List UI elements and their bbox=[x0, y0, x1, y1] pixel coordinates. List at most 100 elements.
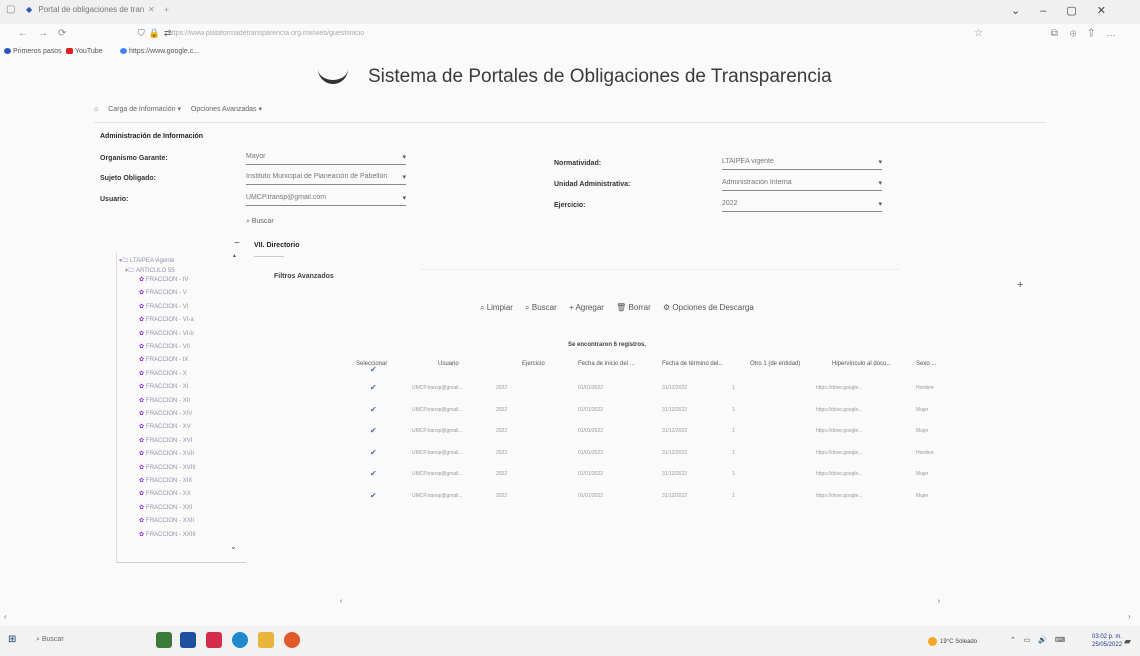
tree-fraction-item[interactable]: ✿ FRACCION - VI-a bbox=[139, 316, 194, 323]
notifications-icon[interactable]: ▰ bbox=[1124, 636, 1131, 647]
tree-fraction-item[interactable]: ✿ FRACCION - XVII bbox=[139, 450, 194, 457]
table-cell[interactable]: https://drive.google... bbox=[816, 385, 906, 391]
row-checkbox[interactable]: ✔ bbox=[370, 469, 379, 478]
bookmark-item[interactable]: https://www.google.c... bbox=[120, 48, 199, 55]
grid-header[interactable]: Fecha de término del... bbox=[662, 361, 723, 367]
tree-fraction-item[interactable]: ✿ FRACCION - XVI bbox=[139, 437, 192, 444]
tree-fraction-item[interactable]: ✿ FRACCION - V bbox=[139, 289, 187, 296]
browser-tab[interactable]: ◆ Portal de obligaciones de tran bbox=[26, 5, 144, 14]
row-checkbox[interactable]: ✔ bbox=[370, 383, 379, 392]
grid-header[interactable]: Fecha de inicio del ... bbox=[578, 361, 635, 367]
scroll-left-icon[interactable]: ‹ bbox=[340, 598, 342, 605]
borrar-button[interactable]: 🗑 Borrar bbox=[616, 303, 651, 312]
tree-fraction-item[interactable]: ✿ FRACCION - IX bbox=[139, 356, 188, 363]
opciones-descarga-button[interactable]: ⚙ Opciones de Descarga bbox=[663, 303, 754, 312]
unidad-administrativa-select[interactable]: Administración Interna ▾ bbox=[722, 177, 882, 191]
window-controls[interactable]: ⌄–▢✕ bbox=[1011, 4, 1126, 17]
table-cell[interactable]: https://drive.google... bbox=[816, 493, 906, 499]
browser-toolbar-icons[interactable]: ⧉⊕⇪… bbox=[1051, 28, 1128, 39]
tab-close-icon[interactable]: ✕ bbox=[148, 5, 155, 14]
sujeto-obligado-select[interactable]: Instituto Municipal de Planeación de Pab… bbox=[246, 171, 406, 185]
agregar-button[interactable]: + Agregar bbox=[569, 303, 604, 312]
photo-app-icon[interactable] bbox=[156, 632, 172, 648]
navigation-buttons[interactable]: ←→⟳ bbox=[18, 28, 76, 39]
page-scroll-right-icon[interactable]: › bbox=[1128, 612, 1131, 621]
tree-fraction-item[interactable]: ✿ FRACCION - XIV bbox=[139, 410, 192, 417]
tree-root[interactable]: ▾🗀 LTAIPEA vigente bbox=[119, 256, 175, 266]
taskbar-search[interactable]: ⌕ Buscar bbox=[36, 636, 64, 644]
new-tab-icon[interactable]: + bbox=[164, 5, 169, 15]
tree-fraction-item[interactable]: ✿ FRACCION - XXIII bbox=[139, 531, 196, 538]
tree-fraction-item[interactable]: ✿ FRACCION - XI bbox=[139, 383, 188, 390]
advanced-filters-toggle[interactable]: Filtros Avanzados bbox=[274, 273, 334, 280]
table-cell[interactable]: https://drive.google... bbox=[816, 450, 906, 456]
row-checkbox[interactable]: ✔ bbox=[370, 448, 379, 457]
fraction-icon: ✿ bbox=[139, 437, 145, 444]
tree-fraction-item[interactable]: ✿ FRACCION - VII bbox=[139, 343, 190, 350]
grid-header[interactable]: Usuario bbox=[438, 361, 459, 367]
table-row[interactable]: ✔ UMCP.transp@gmail... 2022 01/01/2022 31/12… bbox=[350, 489, 948, 507]
table-cell: 01/01/2022 bbox=[578, 385, 604, 391]
organismo-garante-select[interactable]: Mayor ▾ bbox=[246, 151, 406, 165]
row-checkbox[interactable]: ✔ bbox=[370, 491, 379, 500]
grid-header[interactable]: Hipervínculo al docu... bbox=[832, 361, 891, 367]
tree-fraction-item[interactable]: ✿ FRACCION - XIX bbox=[139, 477, 192, 484]
page-scroll-left-icon[interactable]: ‹ bbox=[4, 612, 7, 621]
firefox-taskbar-icon[interactable] bbox=[284, 632, 300, 648]
ejercicio-select[interactable]: 2022 ▾ bbox=[722, 198, 882, 212]
collapse-tree-button[interactable]: − bbox=[234, 238, 240, 249]
table-cell[interactable]: https://drive.google... bbox=[816, 428, 906, 434]
table-cell[interactable]: https://drive.google... bbox=[816, 407, 906, 413]
tree-fraction-item[interactable]: ✿ FRACCION - IV bbox=[139, 276, 188, 283]
expand-plus-icon[interactable]: + bbox=[1017, 279, 1023, 291]
tree-fraction-item[interactable]: ✿ FRACCION - XX bbox=[139, 490, 191, 497]
bookmark-item[interactable]: YouTube bbox=[66, 48, 103, 55]
tree-fraction-item[interactable]: ✿ FRACCION - XVIII bbox=[139, 464, 196, 471]
bookmark-star-icon[interactable]: ☆ bbox=[974, 28, 983, 39]
tree-fraction-item[interactable]: ✿ FRACCION - XXI bbox=[139, 504, 192, 511]
fraction-icon: ✿ bbox=[139, 303, 145, 310]
taskview-icon[interactable] bbox=[180, 632, 196, 648]
table-row[interactable]: ✔ UMCP.transp@gmail... 2022 01/01/2022 31/12… bbox=[350, 381, 948, 399]
table-cell[interactable]: https://drive.google... bbox=[816, 471, 906, 477]
scroll-down-icon[interactable]: ⌄ bbox=[230, 542, 237, 551]
tree-fraction-item[interactable]: ✿ FRACCION - X bbox=[139, 370, 187, 377]
tree-fraction-item[interactable]: ✿ FRACCION - XV bbox=[139, 423, 191, 430]
weather-widget[interactable]: 19°C Soleado bbox=[928, 637, 977, 646]
tree-fraction-item[interactable]: ✿ FRACCION - XII bbox=[139, 397, 190, 404]
home-icon[interactable]: ⌂ bbox=[94, 106, 98, 113]
tree-article[interactable]: ▾🗀 ARTICULO 55 bbox=[125, 266, 175, 276]
clock[interactable]: 03:02 p. m. 25/05/2022 bbox=[1092, 633, 1122, 649]
grid-header[interactable]: Otro 1 (de entidad) bbox=[750, 361, 800, 367]
table-row[interactable]: ✔ UMCP.transp@gmail... 2022 01/01/2022 31/12… bbox=[350, 424, 948, 442]
bookmark-item[interactable]: Primeros pasos bbox=[4, 48, 62, 55]
grid-header[interactable]: Sexo ... bbox=[916, 361, 936, 367]
menu-opciones-avanzadas[interactable]: Opciones Avanzadas ▾ bbox=[191, 106, 262, 113]
horizontal-scrollbar[interactable]: ‹ › bbox=[340, 598, 940, 606]
menu-carga-informacion[interactable]: Carga de Información ▾ bbox=[108, 106, 181, 113]
window-menu-icon[interactable]: ▢ bbox=[6, 4, 15, 15]
system-tray-icons[interactable]: ⌃ ▭ 🔊 ⌨ bbox=[1010, 636, 1068, 644]
scroll-right-icon[interactable]: › bbox=[938, 598, 940, 605]
row-checkbox[interactable]: ✔ bbox=[370, 405, 379, 414]
grid-header[interactable]: Ejercicio bbox=[522, 361, 545, 367]
table-row[interactable]: ✔ UMCP.transp@gmail... 2022 01/01/2022 31/12… bbox=[350, 446, 948, 464]
usuario-select[interactable]: UMCP.transp@gmail.com ▾ bbox=[246, 192, 406, 206]
divider bbox=[254, 256, 284, 257]
table-row[interactable]: ✔ UMCP.transp@gmail... 2022 01/01/2022 31/12… bbox=[350, 467, 948, 485]
tree-fraction-item[interactable]: ✿ FRACCION - VI-b bbox=[139, 330, 194, 337]
buscar-link[interactable]: ⌕ Buscar bbox=[246, 218, 274, 226]
normatividad-select[interactable]: LTAIPEA vigente ▾ bbox=[722, 156, 882, 170]
select-all-checkbox[interactable]: ✔ bbox=[370, 365, 379, 374]
table-row[interactable]: ✔ UMCP.transp@gmail... 2022 01/01/2022 31/12… bbox=[350, 403, 948, 421]
file-explorer-icon[interactable] bbox=[258, 632, 274, 648]
store-icon[interactable] bbox=[206, 632, 222, 648]
tree-fraction-item[interactable]: ✿ FRACCION - VI bbox=[139, 303, 188, 310]
url-field[interactable]: https://www.plataformadetransparencia.or… bbox=[168, 30, 528, 40]
buscar-button[interactable]: ⌕ Buscar bbox=[525, 303, 557, 312]
limpiar-button[interactable]: ⌕ Limpiar bbox=[480, 303, 513, 312]
edge-icon[interactable] bbox=[232, 632, 248, 648]
row-checkbox[interactable]: ✔ bbox=[370, 426, 379, 435]
tree-fraction-item[interactable]: ✿ FRACCION - XXII bbox=[139, 517, 194, 524]
windows-start-icon[interactable]: ⊞ bbox=[8, 634, 16, 645]
